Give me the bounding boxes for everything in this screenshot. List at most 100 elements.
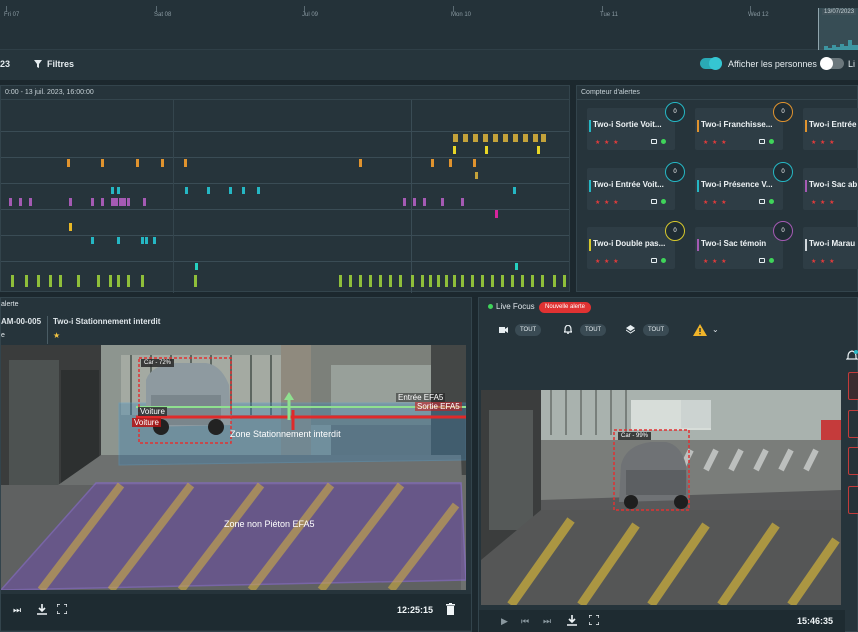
activity-mark[interactable] (495, 210, 498, 218)
activity-mark[interactable] (423, 198, 426, 206)
activity-mark[interactable] (481, 275, 484, 287)
activity-mark[interactable] (431, 159, 434, 167)
activity-mark[interactable] (473, 134, 478, 142)
activity-mark[interactable] (117, 187, 120, 194)
activity-mark[interactable] (257, 187, 260, 194)
activity-mark[interactable] (69, 198, 72, 206)
alert-counter-card[interactable]: Two-i Sac témoin ★ ★ ★ (695, 227, 783, 269)
camera-filter-pill[interactable]: TOUT (515, 324, 542, 336)
activity-mark[interactable] (533, 134, 538, 142)
activity-mark[interactable] (145, 237, 148, 244)
activity-mark[interactable] (541, 275, 544, 287)
side-alert-button[interactable] (848, 486, 858, 514)
warning-icon[interactable] (693, 324, 707, 336)
alert-counter-card[interactable]: Two-i Entrée ★ ★ ★ (803, 108, 858, 150)
activity-mark[interactable] (441, 198, 444, 206)
alert-counter-card[interactable]: Two-i Sac ab ★ ★ ★ (803, 168, 858, 210)
side-alert-button[interactable] (848, 410, 858, 438)
activity-mark[interactable] (127, 198, 130, 206)
activity-mark[interactable] (491, 275, 494, 287)
alert-counter-card[interactable]: Two-i Présence V... ★ ★ ★ (695, 168, 783, 210)
activity-mark[interactable] (29, 198, 32, 206)
fullscreen-icon[interactable] (57, 604, 67, 614)
activity-mark[interactable] (485, 146, 488, 154)
activity-mark[interactable] (463, 134, 468, 142)
activity-mark[interactable] (119, 198, 126, 206)
filters-button[interactable]: Filtres (47, 59, 74, 69)
activity-mark[interactable] (127, 275, 130, 287)
activity-mark[interactable] (359, 275, 362, 287)
activity-mark[interactable] (513, 187, 516, 194)
activity-mark[interactable] (445, 275, 448, 287)
alert-counter-card[interactable]: Two-i Entrée Voit... ★ ★ ★ (587, 168, 675, 210)
layers-filter-pill[interactable]: TOUT (643, 324, 670, 336)
activity-mark[interactable] (359, 159, 362, 167)
activity-mark[interactable] (59, 275, 62, 287)
activity-mark[interactable] (91, 237, 94, 244)
skip-end-icon-live[interactable]: ⏭ (543, 616, 551, 627)
activity-mark[interactable] (453, 275, 456, 287)
side-alert-button[interactable] (848, 372, 858, 400)
activity-mark[interactable] (109, 275, 112, 287)
activity-mark[interactable] (537, 146, 540, 154)
activity-mark[interactable] (521, 275, 524, 287)
activity-mark[interactable] (531, 275, 534, 287)
activity-mark[interactable] (403, 198, 406, 206)
activity-mark[interactable] (185, 187, 188, 194)
activity-mark[interactable] (141, 275, 144, 287)
activity-mark[interactable] (111, 187, 114, 194)
alert-counter-card[interactable]: Two-i Franchisse... ★ ★ ★ (695, 108, 783, 150)
activity-mark[interactable] (411, 275, 414, 287)
activity-mark[interactable] (449, 159, 452, 167)
activity-mark[interactable] (207, 187, 210, 194)
filter-icon[interactable] (34, 60, 42, 68)
activity-mark[interactable] (184, 159, 187, 167)
activity-mark[interactable] (461, 198, 464, 206)
activity-mark[interactable] (475, 172, 478, 179)
activity-mark[interactable] (9, 198, 12, 206)
skip-start-icon[interactable]: ⏮ (521, 616, 529, 627)
activity-mark[interactable] (523, 134, 528, 142)
activity-mark[interactable] (161, 159, 164, 167)
activity-mark[interactable] (563, 275, 566, 287)
activity-mark[interactable] (143, 198, 146, 206)
activity-mark[interactable] (501, 275, 504, 287)
activity-mark[interactable] (461, 275, 464, 287)
activity-mark[interactable] (117, 275, 120, 287)
activity-mark[interactable] (399, 275, 402, 287)
notification-icon[interactable] (846, 350, 858, 362)
activity-mark[interactable] (515, 263, 518, 270)
activity-mark[interactable] (141, 237, 144, 244)
activity-mark[interactable] (91, 198, 94, 206)
activity-mark[interactable] (369, 275, 372, 287)
activity-mark[interactable] (11, 275, 14, 287)
activity-mark[interactable] (541, 134, 546, 142)
activity-mark[interactable] (389, 275, 392, 287)
activity-mark[interactable] (437, 275, 440, 287)
activity-mark[interactable] (453, 146, 456, 154)
side-alert-button[interactable] (848, 447, 858, 475)
activity-mark[interactable] (349, 275, 352, 287)
activity-mark[interactable] (421, 275, 424, 287)
activity-mark[interactable] (101, 198, 104, 206)
activity-mark[interactable] (67, 159, 70, 167)
activity-mark[interactable] (37, 275, 40, 287)
activity-mark[interactable] (483, 134, 488, 142)
live-fullscreen-icon[interactable] (589, 615, 599, 625)
activity-mark[interactable] (553, 275, 556, 287)
activity-mark[interactable] (429, 275, 432, 287)
activity-mark[interactable] (513, 134, 518, 142)
activity-mark[interactable] (117, 237, 120, 244)
download-icon[interactable] (37, 604, 47, 615)
trash-icon[interactable] (446, 603, 455, 615)
activity-mark[interactable] (19, 198, 22, 206)
activity-mark[interactable] (493, 134, 498, 142)
activity-mark[interactable] (77, 275, 80, 287)
activity-mark[interactable] (413, 198, 416, 206)
play-icon[interactable]: ▶ (501, 616, 508, 627)
activity-mark[interactable] (111, 198, 118, 206)
favorite-star-icon[interactable]: ★ (53, 331, 60, 340)
activity-mark[interactable] (473, 159, 476, 167)
chevron-down-icon[interactable]: ⌄ (712, 325, 719, 334)
skip-end-icon[interactable]: ⏭ (13, 605, 21, 616)
